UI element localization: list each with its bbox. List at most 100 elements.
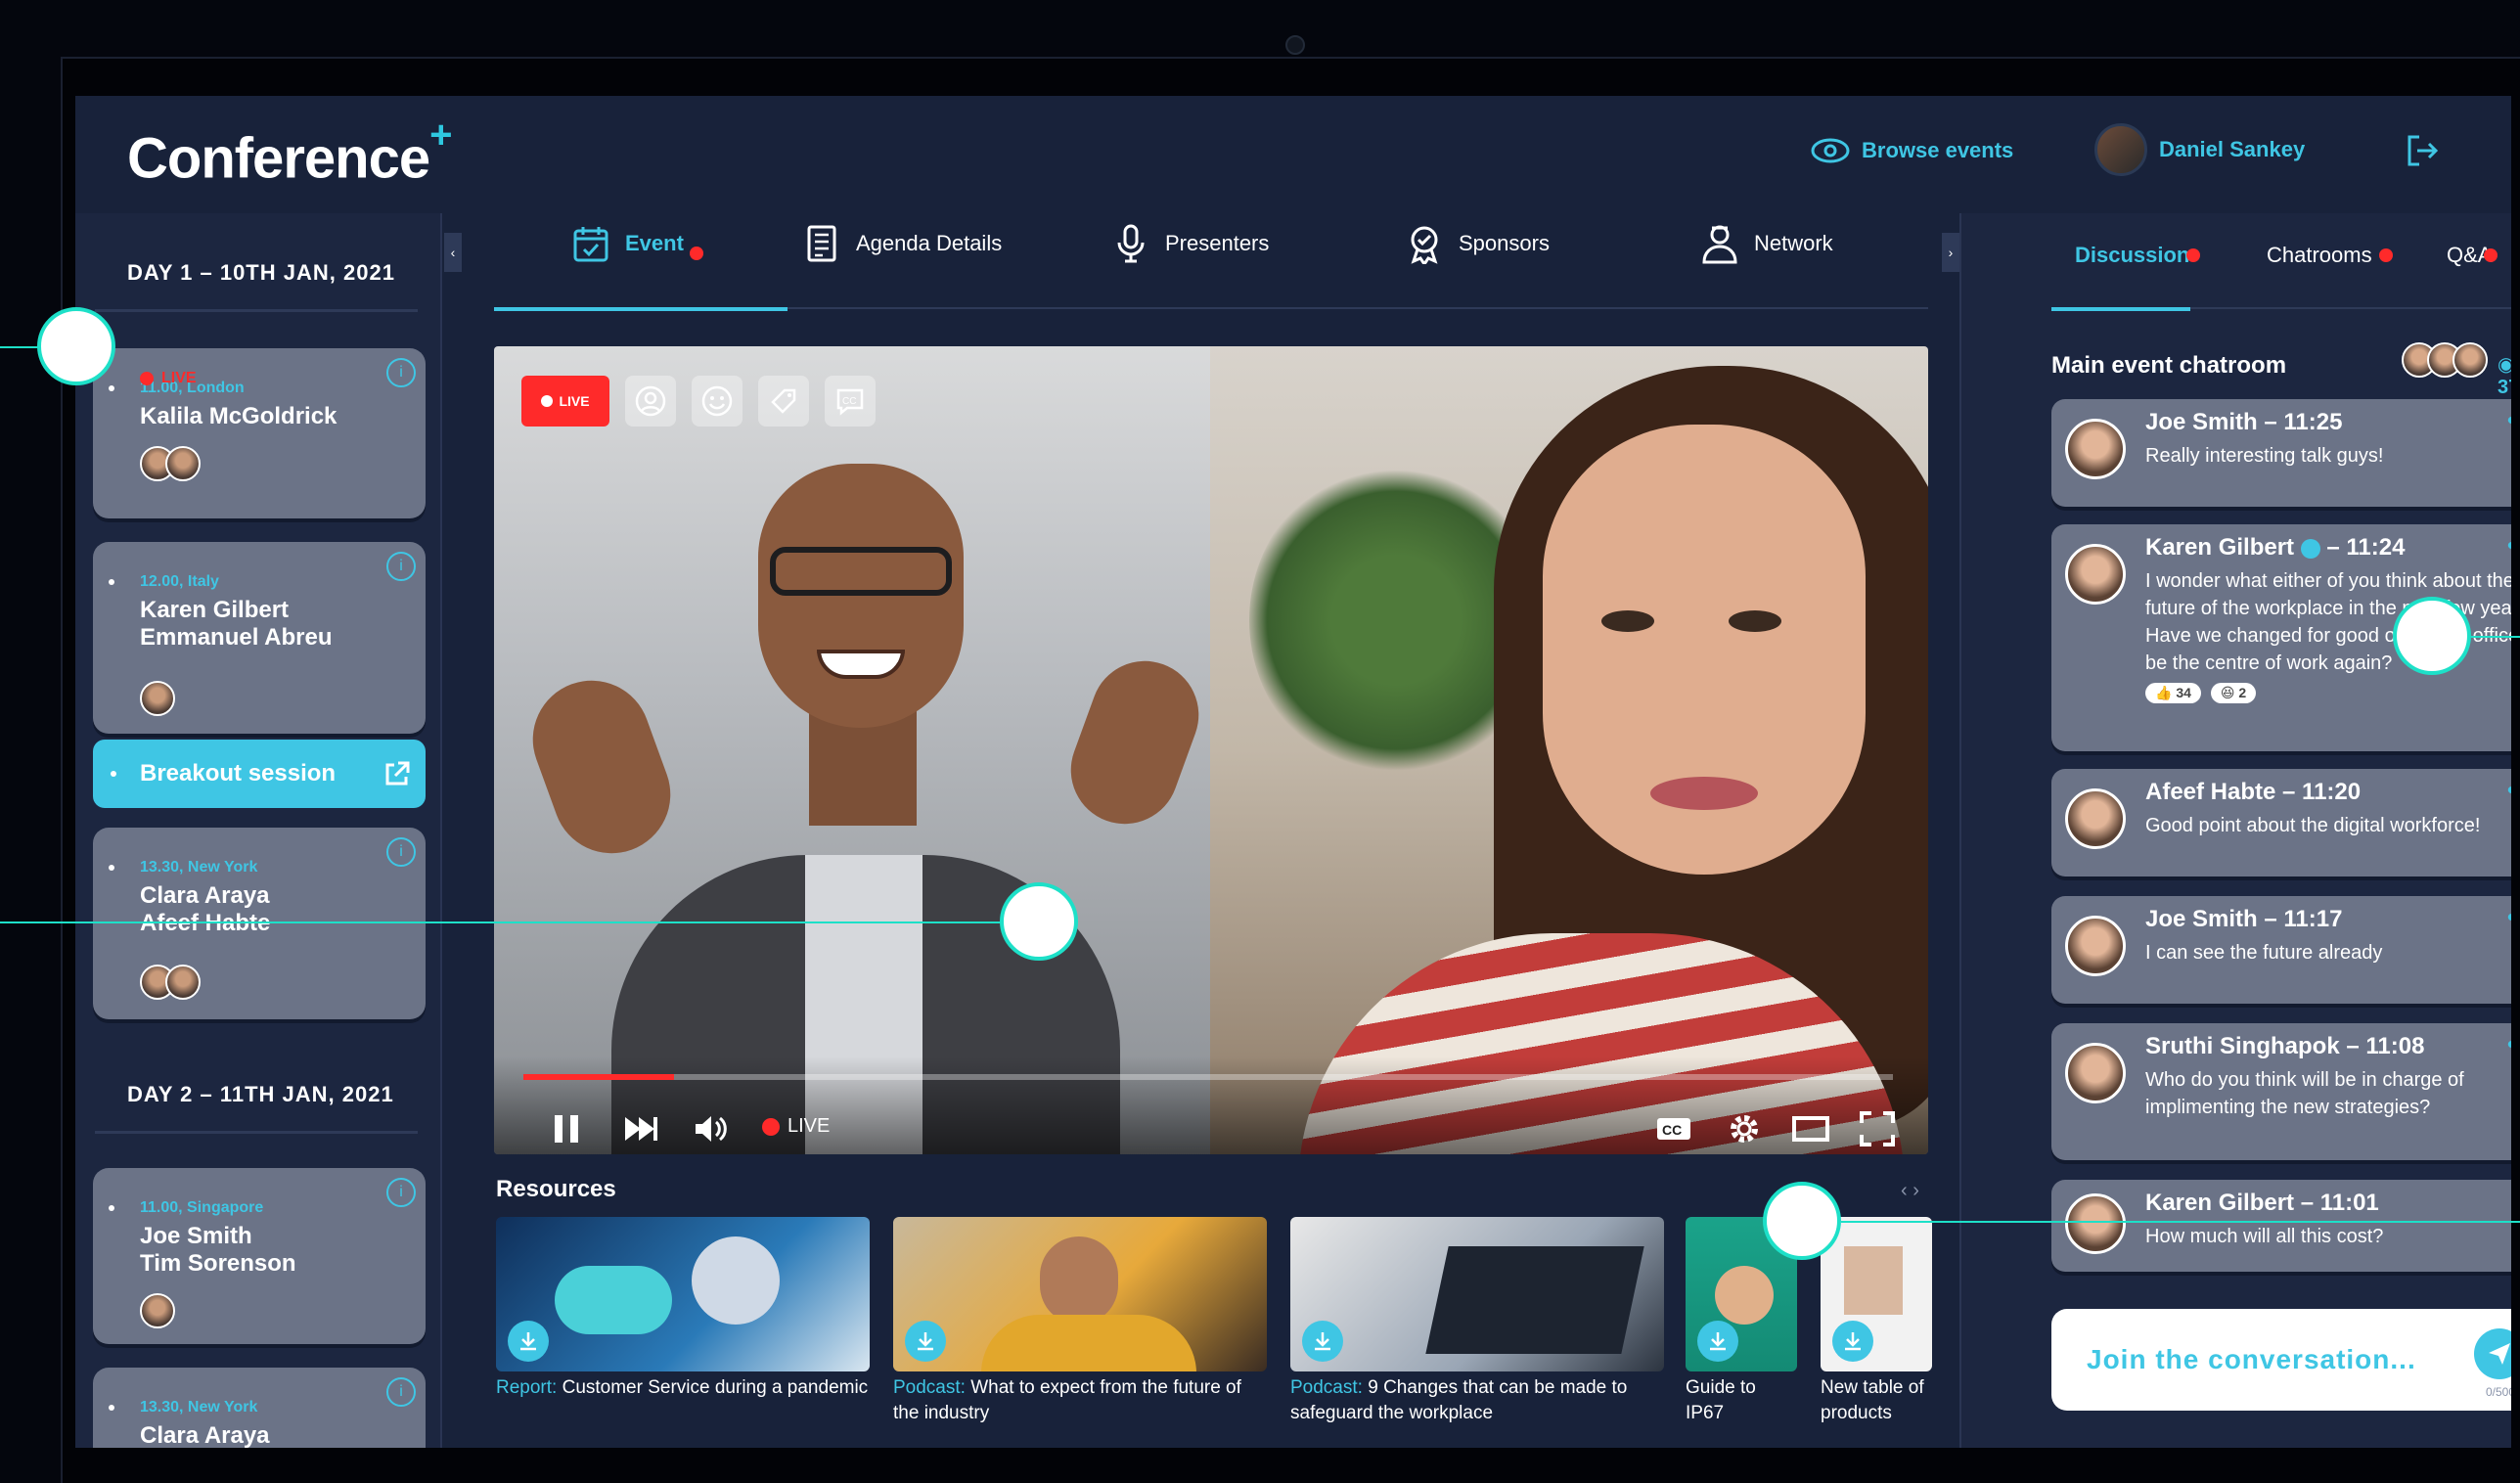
theater-mode-icon[interactable] — [1791, 1109, 1830, 1148]
resource-card-3[interactable]: Podcast: 9 Changes that can be made to s… — [1290, 1217, 1664, 1426]
chat-input[interactable]: Join the conversation... 0/500 — [2051, 1309, 2511, 1411]
info-icon[interactable]: i — [386, 552, 416, 581]
settings-icon[interactable] — [1725, 1109, 1764, 1148]
session-card-4[interactable]: i 11.00, Singapore Joe Smith Tim Sorenso… — [93, 1168, 426, 1344]
app-logo[interactable]: Conference+ — [127, 113, 452, 191]
speaker-avatars — [140, 965, 426, 1000]
session-card-5[interactable]: i 13.30, New York Clara Araya — [93, 1368, 426, 1448]
logout-icon[interactable] — [2404, 133, 2439, 168]
resource-card-5[interactable]: New table of products — [1821, 1217, 1932, 1426]
emoji-icon[interactable] — [692, 376, 742, 427]
resource-card-1[interactable]: Report: Customer Service during a pandem… — [496, 1217, 870, 1401]
chat-message: ••• Afeef Habte – 11:20 Good point about… — [2051, 769, 2511, 876]
info-icon[interactable]: i — [386, 358, 416, 387]
microphone-icon — [1117, 224, 1145, 263]
closed-captions-icon[interactable]: CC — [1654, 1109, 1693, 1148]
avatar — [2065, 1043, 2126, 1103]
resource-caption: Podcast: 9 Changes that can be made to s… — [1290, 1377, 1628, 1423]
speaker-avatars — [140, 446, 426, 481]
send-icon[interactable] — [2474, 1328, 2511, 1379]
tab-event[interactable]: Event — [570, 223, 684, 264]
video-controls: LIVE CC — [494, 1056, 1928, 1154]
char-count: 0/500 — [2485, 1385, 2511, 1399]
info-icon[interactable]: i — [386, 1178, 416, 1207]
bullet-dot — [111, 771, 116, 777]
session-speaker: Clara Araya — [140, 882, 270, 909]
user-menu[interactable]: Daniel Sankey — [2094, 123, 2305, 176]
day-1-label: DAY 1 – 10TH JAN, 2021 — [127, 260, 395, 285]
download-icon[interactable] — [1832, 1321, 1873, 1362]
session-card-3[interactable]: i 13.30, New York Clara Araya Afeef Habt… — [93, 828, 426, 1019]
like-reaction[interactable]: 👍 34 — [2145, 683, 2201, 703]
message-text: How much will all this cost? — [2145, 1226, 2384, 1247]
chat-message: ••• Sruthi Singhapok – 11:08 Who do you … — [2051, 1023, 2511, 1160]
message-text: Good point about the digital workforce! — [2145, 815, 2481, 836]
download-icon[interactable] — [905, 1321, 946, 1362]
info-icon[interactable]: i — [386, 1377, 416, 1407]
tab-label: Sponsors — [1459, 231, 1550, 255]
user-icon[interactable] — [625, 376, 676, 427]
session-card-2[interactable]: i 12.00, Italy Karen Gilbert Emmanuel Ab… — [93, 542, 426, 734]
resources-pager[interactable]: ‹ › — [1901, 1180, 1919, 1202]
session-speaker: Tim Sorenson — [140, 1250, 296, 1277]
download-icon[interactable] — [508, 1321, 549, 1362]
resource-thumbnail — [893, 1217, 1267, 1371]
eye-icon — [1811, 138, 1850, 163]
download-icon[interactable] — [1697, 1321, 1738, 1362]
callout-line — [2471, 636, 2520, 638]
avatar — [2065, 916, 2126, 976]
user-avatar — [2094, 123, 2147, 176]
tab-chatrooms[interactable]: Chatrooms — [2267, 243, 2372, 268]
browse-events-link[interactable]: Browse events — [1811, 137, 2013, 164]
collapse-left-button[interactable]: ‹ — [444, 233, 462, 272]
info-icon[interactable]: i — [386, 837, 416, 867]
badge-icon — [1411, 226, 1438, 264]
skip-icon[interactable] — [621, 1109, 660, 1148]
laugh-reaction[interactable]: 😆 2 — [2210, 683, 2257, 703]
resource-card-2[interactable]: Podcast: What to expect from the future … — [893, 1217, 1267, 1426]
reactions: 👍 34 😆 2 — [2145, 683, 2511, 703]
more-options-icon[interactable]: ••• — [2507, 1029, 2511, 1059]
resource-caption: Report: Customer Service during a pandem… — [496, 1377, 869, 1398]
more-options-icon[interactable]: ••• — [2507, 405, 2511, 435]
tab-agenda-details[interactable]: Agenda Details — [801, 223, 1002, 264]
fullscreen-icon[interactable] — [1858, 1109, 1897, 1148]
resource-thumbnail — [496, 1217, 870, 1371]
bullet-dot — [109, 1205, 114, 1211]
callout-line — [0, 921, 1002, 923]
active-tab-indicator — [494, 307, 788, 311]
tab-network[interactable]: Network — [1699, 223, 1833, 264]
breakout-session-button[interactable]: Breakout session — [93, 740, 426, 808]
speaker-avatars — [140, 681, 426, 716]
message-text: I can see the future already — [2145, 942, 2383, 964]
speaker-avatars — [140, 1293, 426, 1328]
callout-marker — [2393, 597, 2471, 675]
notification-dot — [2484, 248, 2498, 262]
tab-sponsors[interactable]: Sponsors — [1404, 223, 1550, 264]
session-speaker: Kalila McGoldrick — [140, 403, 338, 429]
download-icon[interactable] — [1302, 1321, 1343, 1362]
volume-icon[interactable] — [690, 1109, 729, 1148]
collapse-right-button[interactable]: › — [1942, 233, 1959, 272]
more-options-icon[interactable]: ••• — [2507, 530, 2511, 561]
camera-icon — [1285, 35, 1305, 55]
video-progress-bar[interactable] — [523, 1074, 1893, 1080]
more-options-icon[interactable]: ••• — [2507, 902, 2511, 932]
tab-presenters[interactable]: Presenters — [1110, 223, 1269, 264]
tab-discussion[interactable]: Discussion — [2075, 243, 2189, 268]
pause-icon[interactable] — [547, 1109, 586, 1148]
session-speaker: Joe Smith — [140, 1223, 252, 1249]
document-icon — [807, 225, 836, 262]
tag-icon[interactable] — [758, 376, 809, 427]
avatar — [2065, 544, 2126, 605]
more-options-icon[interactable]: ••• — [2507, 775, 2511, 805]
video-player[interactable]: LIVE CC LIVE CC — [494, 346, 1928, 1154]
bullet-dot — [109, 865, 114, 871]
captions-icon[interactable]: CC — [825, 376, 876, 427]
message-text: Really interesting talk guys! — [2145, 445, 2384, 467]
live-indicator — [140, 372, 154, 385]
divider — [95, 1131, 418, 1134]
message-author: Joe Smith – 11:25 — [2145, 409, 2343, 435]
chat-message: Karen Gilbert – 11:01 How much will all … — [2051, 1180, 2511, 1272]
divider — [95, 309, 418, 312]
